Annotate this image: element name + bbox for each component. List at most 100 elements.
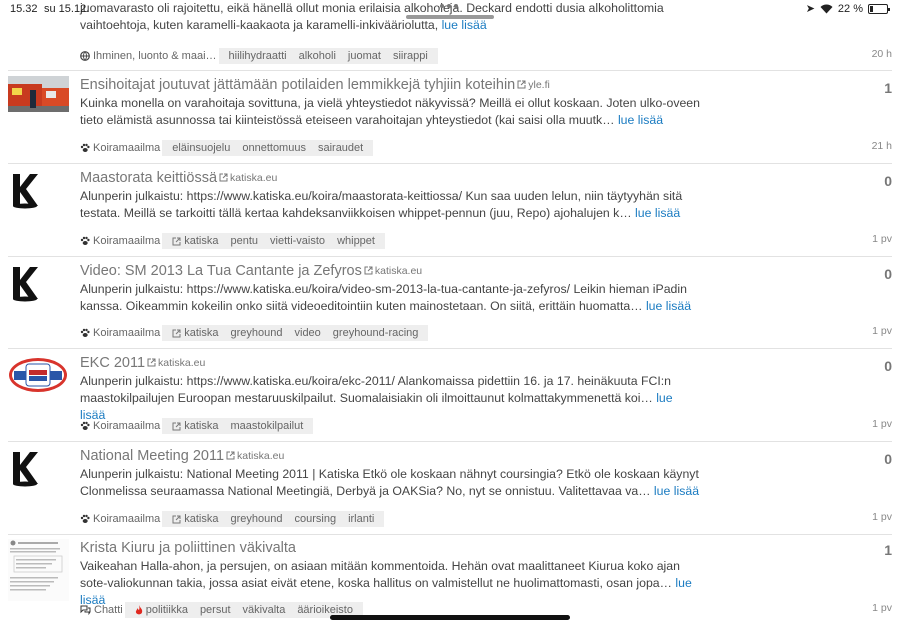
reply-count[interactable]: 0 — [884, 173, 892, 189]
topic-title[interactable]: Maastorata keittiössä — [80, 170, 217, 186]
tag[interactable]: hiilihydraatti — [223, 50, 293, 62]
external-domain[interactable]: yle.fi — [517, 79, 550, 91]
tag-list: katiska pentu vietti-vaisto whippet — [162, 233, 385, 249]
wifi-icon — [820, 4, 833, 13]
paw-icon — [80, 143, 90, 152]
home-indicator[interactable] — [330, 615, 570, 620]
tag-list: hiilihydraatti alkoholi juomat siirappi — [218, 48, 438, 64]
tag[interactable]: persut — [194, 604, 237, 616]
category-link[interactable]: Chatti — [80, 604, 123, 616]
category-link[interactable]: Koiramaailma — [80, 513, 160, 525]
title-row: Video: SM 2013 La Tua Cantante ja Zefyro… — [80, 263, 422, 279]
read-more-link[interactable]: lue lisää — [635, 206, 680, 220]
reply-count[interactable]: 0 — [884, 266, 892, 282]
thumbnail-katiska-logo[interactable] — [8, 170, 69, 210]
excerpt[interactable]: Alunperin julkaistu: https://www.katiska… — [80, 373, 700, 424]
tag-list: katiska maastokilpailut — [162, 418, 314, 434]
category-link[interactable]: Koiramaailma — [80, 327, 160, 339]
tag[interactable]: katiska — [166, 420, 224, 432]
tag[interactable]: väkivalta — [237, 604, 292, 616]
activity-age[interactable]: 1 pv — [872, 602, 892, 614]
read-more-link[interactable]: lue lisää — [646, 299, 691, 313]
external-link-icon — [364, 266, 373, 275]
category-link[interactable]: Koiramaailma — [80, 235, 160, 247]
status-date: su 15.12. — [44, 3, 90, 15]
status-bar: 15.32 su 15.12. ➤ 22 % — [0, 0, 900, 18]
read-more-link[interactable]: lue lisää — [618, 113, 663, 127]
topic-title[interactable]: Video: SM 2013 La Tua Cantante ja Zefyro… — [80, 263, 362, 279]
tag[interactable]: whippet — [331, 235, 381, 247]
tag[interactable]: eläinsuojelu — [166, 142, 236, 154]
tag[interactable]: greyhound — [225, 513, 289, 525]
tag[interactable]: katiska — [166, 327, 224, 339]
tag[interactable]: coursing — [289, 513, 343, 525]
read-more-link[interactable]: lue lisää — [442, 18, 487, 32]
globe-icon — [80, 51, 90, 61]
title-row: Krista Kiuru ja poliittinen väkivalta — [80, 540, 296, 556]
tag[interactable]: sairaudet — [312, 142, 369, 154]
tag-row: Chatti politiikka persut väkivalta äärio… — [80, 602, 363, 618]
thumbnail-ambulance[interactable] — [8, 76, 69, 116]
topic-title[interactable]: National Meeting 2011 — [80, 448, 224, 464]
tag[interactable]: katiska — [166, 235, 224, 247]
tag[interactable]: vietti-vaisto — [264, 235, 331, 247]
external-link-icon — [226, 451, 235, 460]
tag[interactable]: onnettomuus — [236, 142, 312, 154]
activity-age[interactable]: 1 pv — [872, 511, 892, 523]
thumbnail-katiska-logo[interactable] — [8, 448, 69, 488]
excerpt[interactable]: Kuinka monella on varahoitaja sovittuna,… — [80, 95, 700, 129]
external-domain[interactable]: katiska.eu — [219, 172, 277, 184]
thumbnail-ekc-badge[interactable] — [8, 355, 69, 395]
tag[interactable]: pentu — [225, 235, 265, 247]
title-row: Ensihoitajat joutuvat jättämään potilaid… — [80, 77, 550, 93]
divider — [8, 441, 892, 442]
activity-age[interactable]: 1 pv — [872, 325, 892, 337]
tag[interactable]: politiikka — [129, 604, 194, 616]
topic-title[interactable]: Krista Kiuru ja poliittinen väkivalta — [80, 540, 296, 556]
tag[interactable]: juomat — [342, 50, 387, 62]
status-time: 15.32 — [10, 3, 38, 15]
excerpt[interactable]: Alunperin julkaistu: https://www.katiska… — [80, 188, 700, 222]
tag[interactable]: greyhound-racing — [327, 327, 425, 339]
category-link[interactable]: Koiramaailma — [80, 142, 160, 154]
tag-row: Koiramaailma katiska pentu vietti-vaisto… — [80, 233, 385, 249]
tag[interactable]: greyhound — [225, 327, 289, 339]
category-link[interactable]: Koiramaailma — [80, 420, 160, 432]
activity-age[interactable]: 1 pv — [872, 233, 892, 245]
tag-list: katiska greyhound video greyhound-racing — [162, 325, 429, 341]
topic-title[interactable]: EKC 2011 — [80, 355, 145, 371]
activity-age[interactable]: 21 h — [872, 140, 892, 152]
activity-age[interactable]: 20 h — [872, 48, 892, 60]
excerpt[interactable]: Alunperin julkaistu: National Meeting 20… — [80, 466, 700, 500]
external-link-icon — [172, 237, 181, 245]
reply-count[interactable]: 0 — [884, 358, 892, 374]
read-more-link[interactable]: lue lisää — [654, 484, 699, 498]
topic-title[interactable]: Ensihoitajat joutuvat jättämään potilaid… — [80, 77, 515, 93]
tag-row: Koiramaailma katiska maastokilpailut — [80, 418, 314, 434]
tag[interactable]: video — [289, 327, 327, 339]
tag-row: Koiramaailma eläinsuojelu onnettomuus sa… — [80, 140, 374, 156]
tag-row: Ihminen, luonto & maai… hiilihydraatti a… — [80, 48, 438, 64]
external-domain[interactable]: katiska.eu — [364, 265, 422, 277]
category-link[interactable]: Ihminen, luonto & maai… — [80, 50, 217, 62]
divider — [8, 70, 892, 71]
thumbnail-tweet-screenshot[interactable] — [8, 539, 69, 601]
title-row: Maastorata keittiössä katiska.eu — [80, 170, 277, 186]
tag[interactable]: katiska — [166, 513, 224, 525]
external-domain[interactable]: katiska.eu — [226, 450, 284, 462]
activity-age[interactable]: 1 pv — [872, 418, 892, 430]
thumbnail-katiska-logo[interactable] — [8, 263, 69, 303]
paw-icon — [80, 514, 90, 523]
reply-count[interactable]: 0 — [884, 451, 892, 467]
tag[interactable]: maastokilpailut — [225, 420, 310, 432]
excerpt[interactable]: Alunperin julkaistu: https://www.katiska… — [80, 281, 700, 315]
external-link-icon — [219, 173, 228, 182]
tag[interactable]: irlanti — [342, 513, 380, 525]
external-domain[interactable]: katiska.eu — [147, 357, 205, 369]
tag-list: politiikka persut väkivalta äärioikeisto — [124, 602, 363, 618]
reply-count[interactable]: 1 — [884, 80, 892, 96]
reply-count[interactable]: 1 — [884, 542, 892, 558]
tag[interactable]: alkoholi — [293, 50, 342, 62]
multitasking-dots-icon[interactable] — [440, 4, 458, 8]
tag[interactable]: siirappi — [387, 50, 434, 62]
